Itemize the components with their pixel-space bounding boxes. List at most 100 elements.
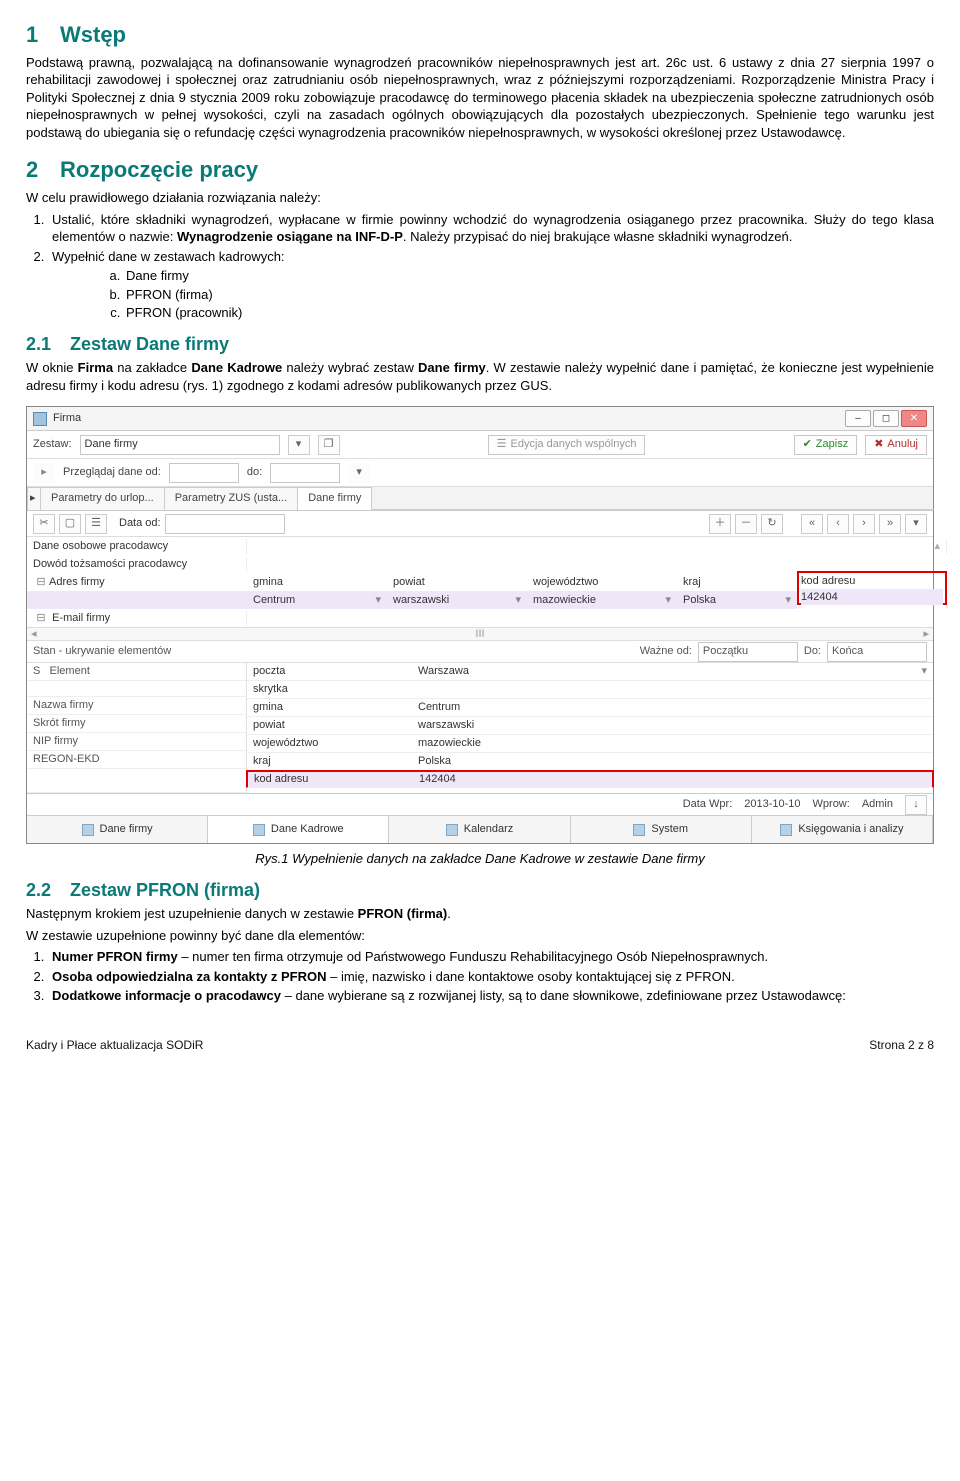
kv-value: warszawski [418,719,474,731]
cell-woj[interactable]: mazowieckie▾ [527,591,677,609]
tab-label: Parametry do urlop... [51,492,154,504]
cell-kraj[interactable]: Polska▾ [677,591,797,609]
tools-icon[interactable]: ✂ [33,514,55,534]
kv-row[interactable]: województwomazowieckie [247,735,933,753]
alpha-list: Dane firmy PFRON (firma) PFRON (pracowni… [124,267,934,322]
grid-category-row[interactable]: ⊟ E-mail firmy [27,609,933,627]
text: na zakładce [113,360,191,375]
tab-handle[interactable]: ▸ [27,487,41,510]
kod-adresu-value[interactable]: 142404 [801,589,943,605]
toolbar-icon[interactable]: ❐ [318,435,340,455]
app-icon [33,412,47,426]
list-item: Dodatkowe informacje o pracodawcy – dane… [48,987,934,1005]
kv-value: Centrum [418,701,460,713]
list-item-label: REGON-EKD [33,752,100,767]
tab-parametry-zus[interactable]: Parametry ZUS (usta... [164,487,298,510]
lower-panel: S Element Nazwa firmy Skrót firmy NIP fi… [27,663,933,793]
section-2-title: Rozpoczęcie pracy [60,157,258,182]
check-icon: ✔ [803,437,812,452]
wprow-label: Wprow: [813,797,850,812]
section-2-1-number: 2.1 [26,332,70,356]
bottom-tab-ksiegowania[interactable]: Księgowania i analizy [752,816,933,843]
window-minimize-button[interactable]: – [845,410,871,427]
tree-toggle[interactable]: ⊟ Adres firmy [27,573,247,591]
wprow-value: Admin [862,797,893,812]
category-label: Dane osobowe pracodawcy [33,540,168,552]
list-item[interactable]: REGON-EKD [27,751,246,769]
page-footer: Kadry i Płace aktualizacja SODiR Strona … [26,1037,934,1053]
bottom-tab-system[interactable]: System [571,816,752,843]
list-item-label: Skrót firmy [33,716,86,731]
anuluj-button[interactable]: ✖ Anuluj [865,435,927,455]
list-item-label: NIP firmy [33,734,78,749]
add-icon[interactable]: ＋ [709,514,731,534]
kv-row[interactable]: powiatwarszawski [247,717,933,735]
text: . [447,906,451,921]
kv-value: Warszawa [418,664,469,679]
kv-row[interactable]: pocztaWarszawa▾ [247,663,933,681]
wazneod-label: Ważne od: [640,644,692,659]
window-maximize-button[interactable]: ◻ [873,410,899,427]
toolbar-icon[interactable]: ▢ [59,514,81,534]
nav-next-icon[interactable]: › [853,514,875,534]
midbar: Stan - ukrywanie elementów Ważne od: Poc… [27,641,933,663]
horizontal-scrollbar[interactable]: ◂III▸ [27,627,933,641]
dataod-input[interactable] [165,514,285,534]
adres-firmy-block: ⊟ Adres firmy gmina powiat województwo k… [27,573,933,609]
kv-row-kod-adresu-highlight[interactable]: kod adresu142404 [246,770,934,788]
refresh-icon[interactable]: ↻ [761,514,783,534]
footerbar: Data Wpr: 2013-10-10 Wprow: Admin ↓ [27,793,933,815]
grid-category-row[interactable]: Dane osobowe pracodawcy ▴ [27,537,933,555]
text: W oknie [26,360,78,375]
edycja-label: Edycja danych wspólnych [511,437,637,452]
wazneod-input[interactable]: Początku [698,642,798,662]
kv-row[interactable]: gminaCentrum [247,699,933,717]
list-item[interactable]: Skrót firmy [27,715,246,733]
section-2-1-heading: 2.1Zestaw Dane firmy [26,332,934,356]
bottom-tab-dane-firmy[interactable]: Dane firmy [27,816,208,843]
footer-right: Strona 2 z 8 [869,1037,934,1053]
edycja-button[interactable]: ☰ Edycja danych wspólnych [488,435,646,455]
dropdown-icon[interactable]: ▾ [348,463,370,483]
list-item[interactable]: Nazwa firmy [27,697,246,715]
window-title: Firma [53,411,81,426]
nav-last-icon[interactable]: » [879,514,901,534]
tab-dane-firmy[interactable]: Dane firmy [297,487,372,510]
list-item[interactable]: NIP firmy [27,733,246,751]
toolbar-daterange: ▸ Przeglądaj dane od: do: ▾ [27,459,933,487]
do-input[interactable]: Końca [827,642,927,662]
list-item-bold: Wynagrodzenie osiągane na INF-D-P [177,229,403,244]
kv-row[interactable]: krajPolska [247,753,933,771]
bottom-tab-dane-kadrowe[interactable]: Dane Kadrowe [208,816,389,843]
section-2-1-paragraph: W oknie Firma na zakładce Dane Kadrowe n… [26,359,934,394]
cell-gmina[interactable]: Centrum▾ [247,591,387,609]
cell-powiat[interactable]: warszawski▾ [387,591,527,609]
zapisz-button[interactable]: ✔ Zapisz [794,435,858,455]
nav-prev-icon[interactable]: ‹ [827,514,849,534]
date-from-input[interactable] [169,463,239,483]
zestaw-select[interactable]: Dane firmy [80,435,280,455]
list-item: Dane firmy [124,267,934,285]
section-2-2-heading: 2.2Zestaw PFRON (firma) [26,878,934,902]
tab-parametry-urlop[interactable]: Parametry do urlop... [40,487,165,510]
toolbar-icon[interactable]: ☰ [85,514,107,534]
section-1-heading: 1Wstęp [26,20,934,50]
zestaw-dropdown-icon[interactable]: ▾ [288,435,310,455]
dropdown-icon[interactable]: ▾ [905,514,927,534]
bottom-tab-kalendarz[interactable]: Kalendarz [389,816,570,843]
section-1-paragraph: Podstawą prawną, pozwalającą na dofinans… [26,54,934,142]
tab-icon [446,824,458,836]
expand-icon[interactable]: ▸ [33,463,55,483]
section-2-2-p2: W zestawie uzupełnione powinny być dane … [26,927,934,945]
remove-icon[interactable]: － [735,514,757,534]
down-arrow-icon[interactable]: ↓ [905,795,927,815]
kv-key: skrytka [247,682,412,697]
bold-word: Dane firmy [418,360,486,375]
bold-term: Osoba odpowiedzialna za kontakty z PFRON [52,969,327,984]
dataod-label: Data od: [119,516,161,531]
col-header: województwo [527,573,677,591]
nav-first-icon[interactable]: « [801,514,823,534]
kv-row[interactable]: skrytka [247,681,933,699]
window-close-button[interactable]: ✕ [901,410,927,427]
date-to-input[interactable] [270,463,340,483]
